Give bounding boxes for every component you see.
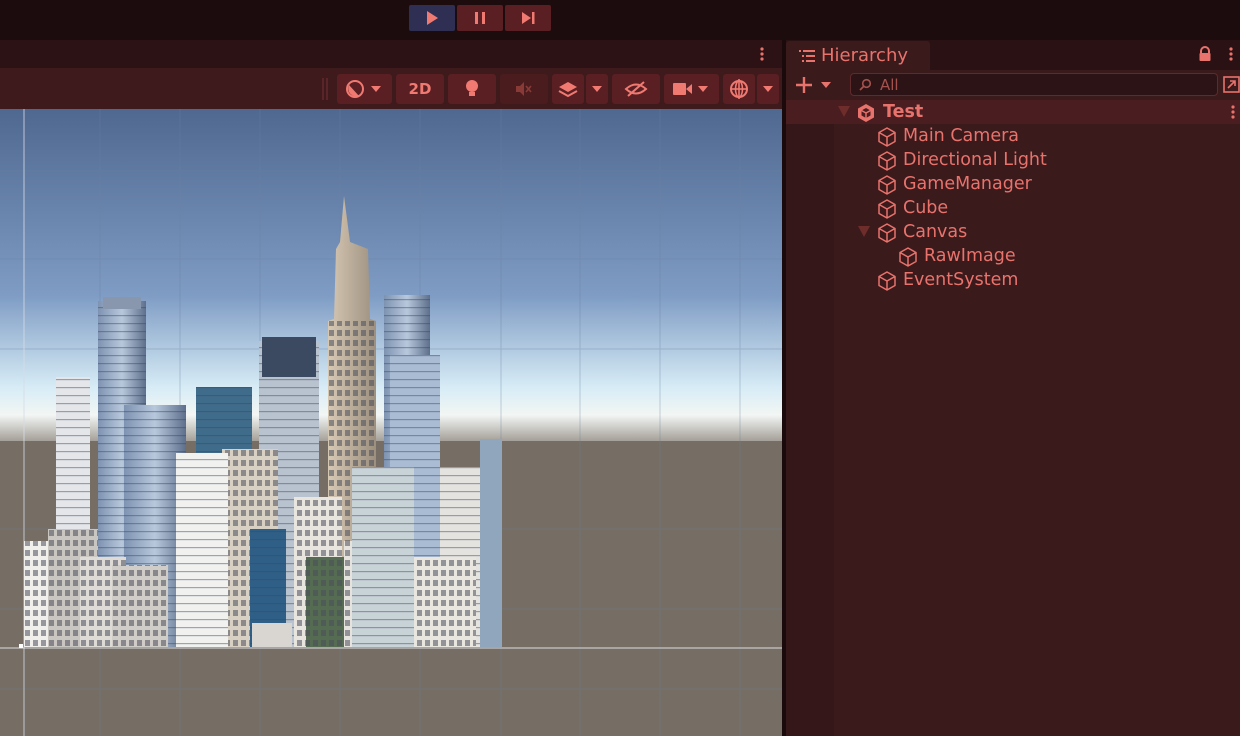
lock-icon[interactable] <box>1198 46 1212 62</box>
add-object-dropdown[interactable] <box>794 75 834 95</box>
gizmos-button[interactable] <box>723 74 755 104</box>
audio-mute-icon <box>516 82 532 96</box>
hierarchy-item-directional-light[interactable]: Directional Light <box>786 148 1240 172</box>
scene-audio-button[interactable] <box>500 74 548 104</box>
gizmos-dropdown[interactable] <box>757 74 779 104</box>
scene-name-label: Test <box>883 102 924 122</box>
gameobject-cube-icon <box>878 199 896 219</box>
hierarchy-item-label: Cube <box>903 198 949 218</box>
draw-mode-icon <box>345 80 381 98</box>
chevron-down-icon <box>592 86 602 92</box>
hidden-eye-icon <box>624 81 648 97</box>
hierarchy-item-eventsystem[interactable]: EventSystem <box>786 268 1240 292</box>
scene-lighting-button[interactable] <box>448 74 496 104</box>
gameobject-cube-icon <box>878 271 896 291</box>
toolbar-separator <box>326 78 328 100</box>
more-options-icon[interactable] <box>1227 46 1235 62</box>
hierarchy-list-icon <box>799 49 815 62</box>
step-button[interactable] <box>505 5 551 31</box>
hierarchy-item-main-camera[interactable]: Main Camera <box>786 124 1240 148</box>
toolbar-separator <box>322 78 324 100</box>
top-toolbar <box>0 0 1240 40</box>
hierarchy-item-label: RawImage <box>924 246 1016 266</box>
unity-scene-icon <box>858 104 874 122</box>
search-icon <box>859 78 872 91</box>
chevron-down-icon <box>763 86 773 92</box>
effects-layers-icon <box>558 82 578 98</box>
camera-dropdown[interactable] <box>664 74 719 104</box>
gameobject-cube-icon <box>878 175 896 195</box>
hierarchy-tab-label: Hierarchy <box>821 45 909 66</box>
hierarchy-item-rawimage[interactable]: RawImage <box>786 244 1240 268</box>
pause-button[interactable] <box>457 5 503 31</box>
gizmos-globe-icon <box>730 79 748 99</box>
draw-mode-dropdown[interactable] <box>337 74 392 104</box>
hierarchy-root-scene[interactable]: Test <box>786 100 1240 124</box>
hierarchy-item-label: Directional Light <box>903 150 1047 170</box>
hierarchy-item-cube[interactable]: Cube <box>786 196 1240 220</box>
step-icon <box>522 12 535 24</box>
hierarchy-search-field[interactable] <box>850 73 1218 96</box>
hierarchy-item-gamemanager[interactable]: GameManager <box>786 172 1240 196</box>
gameobject-cube-icon <box>878 151 896 171</box>
scene-tab-bar <box>0 40 782 68</box>
expand-arrow-icon[interactable] <box>858 226 870 237</box>
scene-viewport[interactable] <box>0 109 782 736</box>
lightbulb-icon <box>466 80 478 96</box>
play-button[interactable] <box>409 5 455 31</box>
gameobject-cube-icon <box>878 223 896 243</box>
more-options-icon[interactable] <box>758 46 766 62</box>
effects-button[interactable] <box>552 74 584 104</box>
gameobject-cube-icon <box>878 127 896 147</box>
plus-icon <box>796 77 831 93</box>
camera-icon <box>672 83 708 95</box>
mode-2d-button[interactable]: 2D <box>396 74 444 104</box>
maximize-icon[interactable] <box>1223 76 1240 93</box>
scene-visibility-button[interactable] <box>612 74 660 104</box>
hierarchy-item-canvas[interactable]: Canvas <box>786 220 1240 244</box>
tab-hierarchy[interactable]: Hierarchy <box>786 41 930 70</box>
hierarchy-item-label: Canvas <box>903 222 968 242</box>
more-options-icon[interactable] <box>1229 104 1237 120</box>
gameobject-cube-icon <box>899 247 917 267</box>
hierarchy-item-label: GameManager <box>903 174 1032 194</box>
scene-render <box>0 109 782 736</box>
effects-dropdown[interactable] <box>586 74 608 104</box>
pause-icon <box>475 12 485 24</box>
expand-arrow-icon[interactable] <box>838 106 850 117</box>
hierarchy-item-label: EventSystem <box>903 270 1019 290</box>
play-icon <box>427 11 438 25</box>
search-input[interactable] <box>880 75 1200 94</box>
mode-2d-label: 2D <box>408 80 432 98</box>
hierarchy-item-label: Main Camera <box>903 126 1020 146</box>
